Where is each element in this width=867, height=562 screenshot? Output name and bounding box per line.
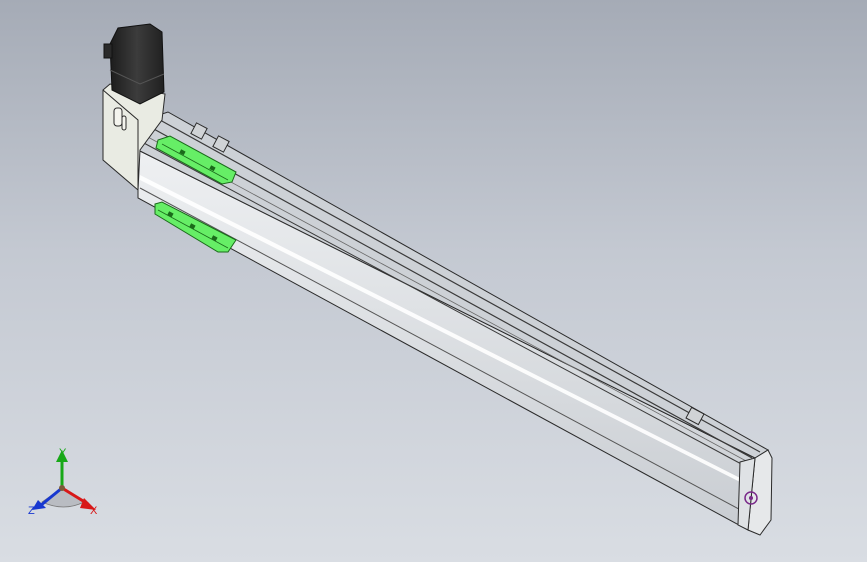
body-groove <box>139 187 751 516</box>
body-highlight <box>140 175 752 488</box>
actuator-body-front <box>137 149 756 531</box>
mount-slot-1 <box>113 107 123 127</box>
rail-line-2 <box>151 127 753 459</box>
linear-actuator-model[interactable] <box>0 0 867 562</box>
view-orientation-triad: Y X Z <box>24 448 108 520</box>
rail-line-4 <box>141 141 746 467</box>
motor-connector <box>103 43 113 59</box>
triad-y-label: Y <box>59 447 67 459</box>
mount-slot-2 <box>121 115 127 131</box>
triad-z-label: Z <box>28 505 35 517</box>
servo-motor <box>109 23 165 105</box>
graphics-viewport[interactable]: Y X Z <box>0 0 867 562</box>
actuator-top-rail <box>137 111 769 459</box>
triad-x-label: X <box>90 505 98 517</box>
rail-line-3 <box>145 135 749 463</box>
rail-line-1 <box>159 119 761 453</box>
